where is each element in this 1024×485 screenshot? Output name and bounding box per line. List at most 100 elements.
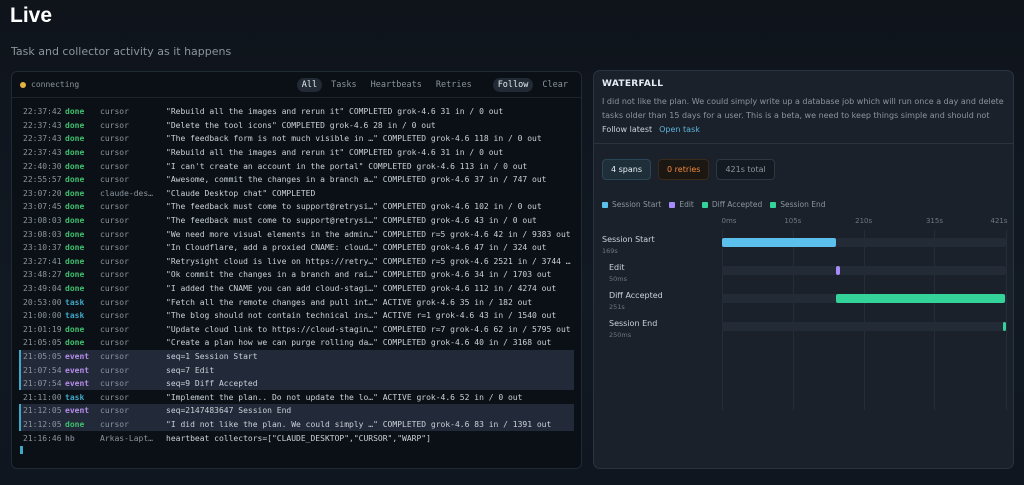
waterfall-span-row[interactable]: Session End 250ms: [594, 317, 1013, 345]
log-line[interactable]: 22:37:43 done cursor "Delete the tool icons…: [12, 119, 581, 133]
log-line[interactable]: 23:07:20 done claude-des… "Claude Desktop c…: [12, 187, 581, 201]
log-kind: event: [65, 351, 90, 361]
log-line[interactable]: 23:10:37 done cursor "In Cloudflare, add a …: [12, 241, 581, 255]
waterfall-span-row[interactable]: Session Start 169s: [594, 233, 1013, 261]
log-kind: task: [65, 297, 85, 307]
log-time: 20:53:00: [23, 297, 62, 307]
log-line[interactable]: 21:11:00 task cursor "Implement the plan.. …: [12, 390, 581, 404]
span-duration: 251s: [609, 303, 625, 311]
log-kind: done: [65, 229, 85, 239]
log-time: 21:11:00: [23, 392, 62, 402]
waterfall-span-row[interactable]: Diff Accepted 251s: [594, 289, 1013, 317]
log-line[interactable]: 23:07:45 done cursor "The feedback must com…: [12, 200, 581, 214]
log-line[interactable]: 23:08:03 done cursor "We need more visual e…: [12, 227, 581, 241]
log-source: cursor: [100, 243, 129, 253]
log-message: "Retrysight cloud is live on https://ret…: [166, 256, 571, 266]
span-track: [722, 238, 1006, 247]
live-log-panel: connecting All Tasks Heartbeats Retries …: [11, 71, 582, 469]
span-bar[interactable]: [1003, 322, 1006, 331]
log-time: 23:08:03: [23, 216, 62, 226]
log-message: "I did not like the plan. We could simpl…: [166, 419, 552, 429]
waterfall-badges: 4 spans 0 retries 421s total: [602, 159, 775, 180]
legend-label: Diff Accepted: [711, 200, 763, 209]
open-task-link[interactable]: Open task: [659, 125, 700, 134]
log-source: cursor: [100, 351, 129, 361]
log-message: seq=2147483647 Session End: [166, 406, 292, 416]
retries-count-badge: 0 retries: [658, 159, 710, 180]
log-line[interactable]: 21:05:05 event cursor seq=1 Session Start: [19, 349, 574, 364]
log-line[interactable]: 21:07:54 event cursor seq=7 Edit: [19, 363, 574, 377]
log-line[interactable]: 21:07:54 event cursor seq=9 Diff Accepted: [19, 376, 574, 391]
log-source: claude-des…: [100, 188, 153, 198]
axis-tick-label: 105s: [784, 217, 802, 225]
span-bar[interactable]: [836, 266, 841, 275]
log-message: seq=7 Edit: [166, 365, 215, 375]
log-message: heartbeat collectors=["CLAUDE_DESKTOP","…: [166, 433, 431, 443]
log-message: "We need more visual elements in the adm…: [166, 229, 571, 239]
waterfall-span-row[interactable]: Edit 50ms: [594, 261, 1013, 289]
axis-tick-label: 315s: [925, 217, 943, 225]
log-line[interactable]: 21:16:46 hb Arkas-Lapt… heartbeat collector…: [12, 431, 581, 445]
waterfall-title: WATERFALL: [602, 79, 664, 89]
log-line[interactable]: 23:48:27 done cursor "Ok commit the changes…: [12, 268, 581, 282]
log-line[interactable]: 22:37:43 done cursor "The feedback form is …: [12, 132, 581, 146]
log-kind: done: [65, 148, 85, 158]
log-kind: done: [65, 120, 85, 130]
filter-retries[interactable]: Retries: [431, 78, 477, 92]
log-line[interactable]: 21:12:05 event cursor seq=2147483647 Sessio…: [19, 404, 574, 418]
log-message: "In Cloudflare, add a proxied CNAME: clo…: [166, 243, 547, 253]
log-time: 23:49:04: [23, 284, 62, 294]
log-line[interactable]: 23:49:04 done cursor "I added the CNAME you…: [12, 282, 581, 296]
filter-tasks[interactable]: Tasks: [326, 78, 362, 92]
log-message: "The feedback must come to support@retry…: [166, 202, 542, 212]
log-time: 22:37:43: [23, 134, 62, 144]
follow-button[interactable]: Follow: [492, 77, 534, 92]
log-line[interactable]: 21:05:05 done cursor "Create a plan how we …: [12, 336, 581, 350]
waterfall-panel: WATERFALL I did not like the plan. We co…: [593, 70, 1014, 469]
clear-button[interactable]: Clear: [537, 78, 573, 92]
log-line[interactable]: 22:40:30 done cursor "I can't create an acc…: [12, 159, 581, 173]
log-kind: event: [65, 379, 90, 389]
log-message: "Implement the plan.. Do not update the …: [166, 392, 523, 402]
log-line[interactable]: 22:37:43 done cursor "Rebuild all the image…: [12, 146, 581, 160]
filter-heartbeats[interactable]: Heartbeats: [366, 78, 427, 92]
log-kind: task: [65, 311, 85, 321]
span-track: [722, 322, 1006, 331]
log-kind: done: [65, 175, 85, 185]
log-time: 22:37:42: [23, 107, 62, 117]
filter-all[interactable]: All: [296, 77, 323, 92]
log-line[interactable]: 22:37:42 done cursor "Rebuild all the image…: [12, 105, 581, 119]
log-kind: event: [65, 365, 90, 375]
legend-label: Edit: [679, 200, 694, 209]
log-line[interactable]: 20:53:00 task cursor "Fetch all the remote …: [12, 295, 581, 309]
log-time: 22:40:30: [23, 161, 62, 171]
waterfall-time-axis: 0ms 105s 210s 315s 421s: [722, 217, 1008, 227]
connection-status-dot-icon: [20, 81, 26, 88]
span-duration: 169s: [602, 247, 618, 255]
log-line[interactable]: 23:08:03 done cursor "The feedback must com…: [12, 214, 581, 228]
span-name: Edit: [609, 263, 625, 272]
log-source: cursor: [100, 216, 129, 226]
legend-item: Session End: [770, 200, 825, 209]
legend-item: Edit: [669, 200, 694, 209]
log-line[interactable]: 21:12:05 done cursor "I did not like the pl…: [19, 417, 574, 432]
log-source: cursor: [100, 175, 129, 185]
log-line[interactable]: 23:27:41 done cursor "Retrysight cloud is l…: [12, 255, 581, 269]
log-kind: done: [65, 243, 85, 253]
follow-latest-link[interactable]: Follow latest: [602, 125, 652, 134]
log-line[interactable]: 22:55:57 done cursor "Awesome, commit the c…: [12, 173, 581, 187]
log-message: "Rebuild all the images and rerun it" CO…: [166, 148, 504, 158]
waterfall-task-description: I did not like the plan. We could simply…: [602, 97, 1004, 120]
log-kind: task: [65, 392, 85, 402]
log-message: "The feedback must come to support@retry…: [166, 216, 537, 226]
log-message: "Awesome, commit the changes in a branch…: [166, 175, 547, 185]
span-bar[interactable]: [836, 294, 1006, 303]
log-line[interactable]: 21:00:00 task cursor "The blog should not c…: [12, 309, 581, 323]
log-source: cursor: [100, 107, 129, 117]
log-line[interactable]: 21:01:19 done cursor "Update cloud link to …: [12, 323, 581, 337]
waterfall-legend: Session Start Edit Diff Accepted Session En…: [602, 200, 825, 209]
span-bar[interactable]: [722, 238, 836, 247]
legend-item: Session Start: [602, 200, 661, 209]
log-source: cursor: [100, 161, 129, 171]
log-message: "Fetch all the remote changes and pull i…: [166, 297, 533, 307]
